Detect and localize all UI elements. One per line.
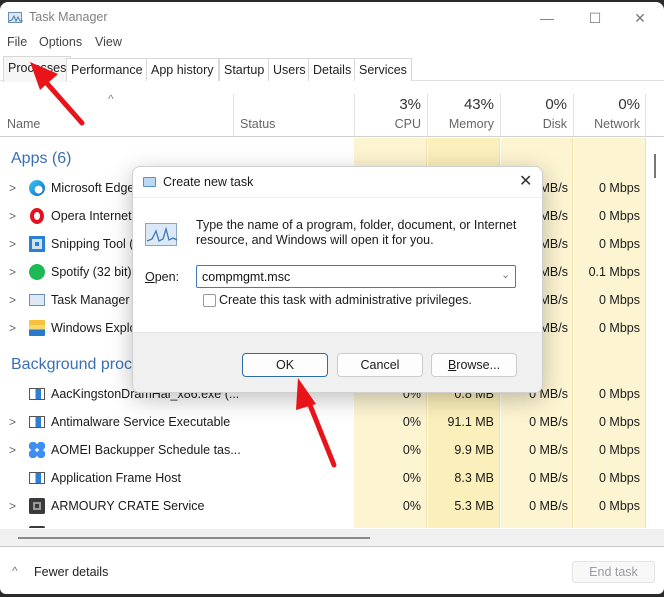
minimize-button[interactable]: — — [532, 8, 562, 28]
horizontal-scrollbar[interactable] — [18, 537, 370, 539]
folder-icon — [29, 320, 45, 336]
column-name[interactable]: Name — [7, 117, 40, 131]
menu-options[interactable]: Options — [39, 35, 82, 49]
close-button[interactable]: ✕ — [625, 8, 655, 28]
open-label: Open: — [145, 270, 180, 284]
chevron-down-icon[interactable]: ⌄ — [501, 268, 510, 281]
cpu-total: 3% — [399, 96, 421, 113]
task-manager-icon — [8, 12, 23, 23]
ok-button[interactable]: OK — [242, 353, 328, 377]
opera-icon — [30, 208, 44, 224]
tab-performance[interactable]: Performance — [66, 58, 148, 81]
task-manager-graph-icon — [145, 223, 178, 246]
group-apps: Apps (6) — [11, 150, 72, 167]
footer: ^ Fewer details End task — [0, 548, 664, 594]
tab-details[interactable]: Details — [308, 58, 357, 81]
expand-chevron-icon[interactable]: > — [9, 237, 16, 251]
tab-app-history[interactable]: App history — [146, 58, 219, 81]
dialog-close-button[interactable]: ✕ — [519, 171, 532, 191]
column-divider[interactable] — [233, 94, 234, 136]
memory-total: 43% — [463, 96, 494, 113]
aomei-icon — [29, 442, 45, 458]
expand-chevron-icon[interactable]: > — [9, 209, 16, 223]
column-cpu[interactable]: CPU — [360, 117, 421, 131]
expand-chevron-icon[interactable]: > — [9, 415, 16, 429]
process-row[interactable]: > ARMOURY CRATE Service 0% 5.3 MB 0 MB/s… — [0, 492, 645, 520]
process-row[interactable]: > Antimalware Service Executable 0% 91.1… — [0, 408, 645, 436]
vertical-scrollbar[interactable] — [654, 154, 656, 178]
spotify-icon — [29, 264, 45, 280]
title-bar: Task Manager — ☐ ✕ — [0, 2, 664, 34]
task-manager-icon — [29, 294, 45, 306]
browse-button[interactable]: Browse... — [431, 353, 517, 377]
fewer-details-link[interactable]: Fewer details — [34, 565, 108, 579]
snipping-tool-icon — [29, 236, 45, 252]
tab-processes[interactable]: Processes — [3, 56, 72, 82]
tab-services[interactable]: Services — [354, 58, 412, 81]
open-input[interactable] — [196, 265, 516, 288]
process-row[interactable]: > AOMEI Backupper Schedule tas... 0% 9.9… — [0, 436, 645, 464]
window-title: Task Manager — [29, 10, 108, 24]
process-row[interactable] — [0, 520, 645, 528]
cancel-button[interactable]: Cancel — [337, 353, 423, 377]
column-disk[interactable]: Disk — [505, 117, 567, 131]
edge-icon — [29, 180, 45, 196]
menu-file[interactable]: File — [7, 35, 27, 49]
expand-chevron-icon[interactable]: > — [9, 443, 16, 457]
column-header: ^ Name Status 3% CPU 43% Memory 0% Disk … — [0, 82, 664, 137]
service-app-icon — [29, 416, 45, 428]
menu-view[interactable]: View — [95, 35, 122, 49]
process-row[interactable]: Application Frame Host 0% 8.3 MB 0 MB/s … — [0, 464, 645, 492]
expand-chevron-icon[interactable]: > — [9, 499, 16, 513]
admin-privileges-checkbox[interactable] — [203, 294, 216, 307]
network-total: 0% — [618, 96, 640, 113]
column-status[interactable]: Status — [240, 117, 275, 131]
expand-chevron-icon[interactable]: > — [9, 293, 16, 307]
tab-bar: Processes Performance App history Startu… — [0, 56, 664, 82]
horizontal-scroll-track — [0, 529, 664, 547]
dialog-button-bar: OK Cancel Browse... — [133, 332, 542, 392]
tab-startup[interactable]: Startup — [219, 58, 270, 81]
dialog-description: Type the name of a program, folder, docu… — [196, 218, 517, 247]
armoury-crate-icon — [29, 526, 45, 528]
tab-users[interactable]: Users — [268, 58, 311, 81]
column-divider[interactable] — [354, 94, 355, 136]
column-memory[interactable]: Memory — [430, 117, 494, 131]
sort-ascending-icon: ^ — [108, 92, 114, 106]
dialog-divider — [133, 197, 542, 198]
create-new-task-dialog: Create new task ✕ Type the name of a pro… — [132, 166, 543, 393]
expand-chevron-icon[interactable]: > — [9, 265, 16, 279]
run-dialog-icon — [143, 177, 156, 187]
chevron-up-icon[interactable]: ^ — [12, 564, 18, 578]
maximize-button[interactable]: ☐ — [580, 8, 610, 28]
service-app-icon — [29, 472, 45, 484]
column-divider[interactable] — [573, 94, 574, 136]
dialog-title: Create new task — [163, 175, 254, 189]
column-divider[interactable] — [645, 94, 646, 136]
expand-chevron-icon[interactable]: > — [9, 321, 16, 335]
service-app-icon — [29, 388, 45, 400]
expand-chevron-icon[interactable]: > — [9, 181, 16, 195]
disk-total: 0% — [545, 96, 567, 113]
end-task-button[interactable]: End task — [572, 561, 655, 583]
column-divider[interactable] — [427, 94, 428, 136]
armoury-crate-icon — [29, 498, 45, 514]
admin-privileges-label[interactable]: Create this task with administrative pri… — [219, 293, 472, 307]
column-network[interactable]: Network — [578, 117, 640, 131]
column-divider[interactable] — [500, 94, 501, 136]
